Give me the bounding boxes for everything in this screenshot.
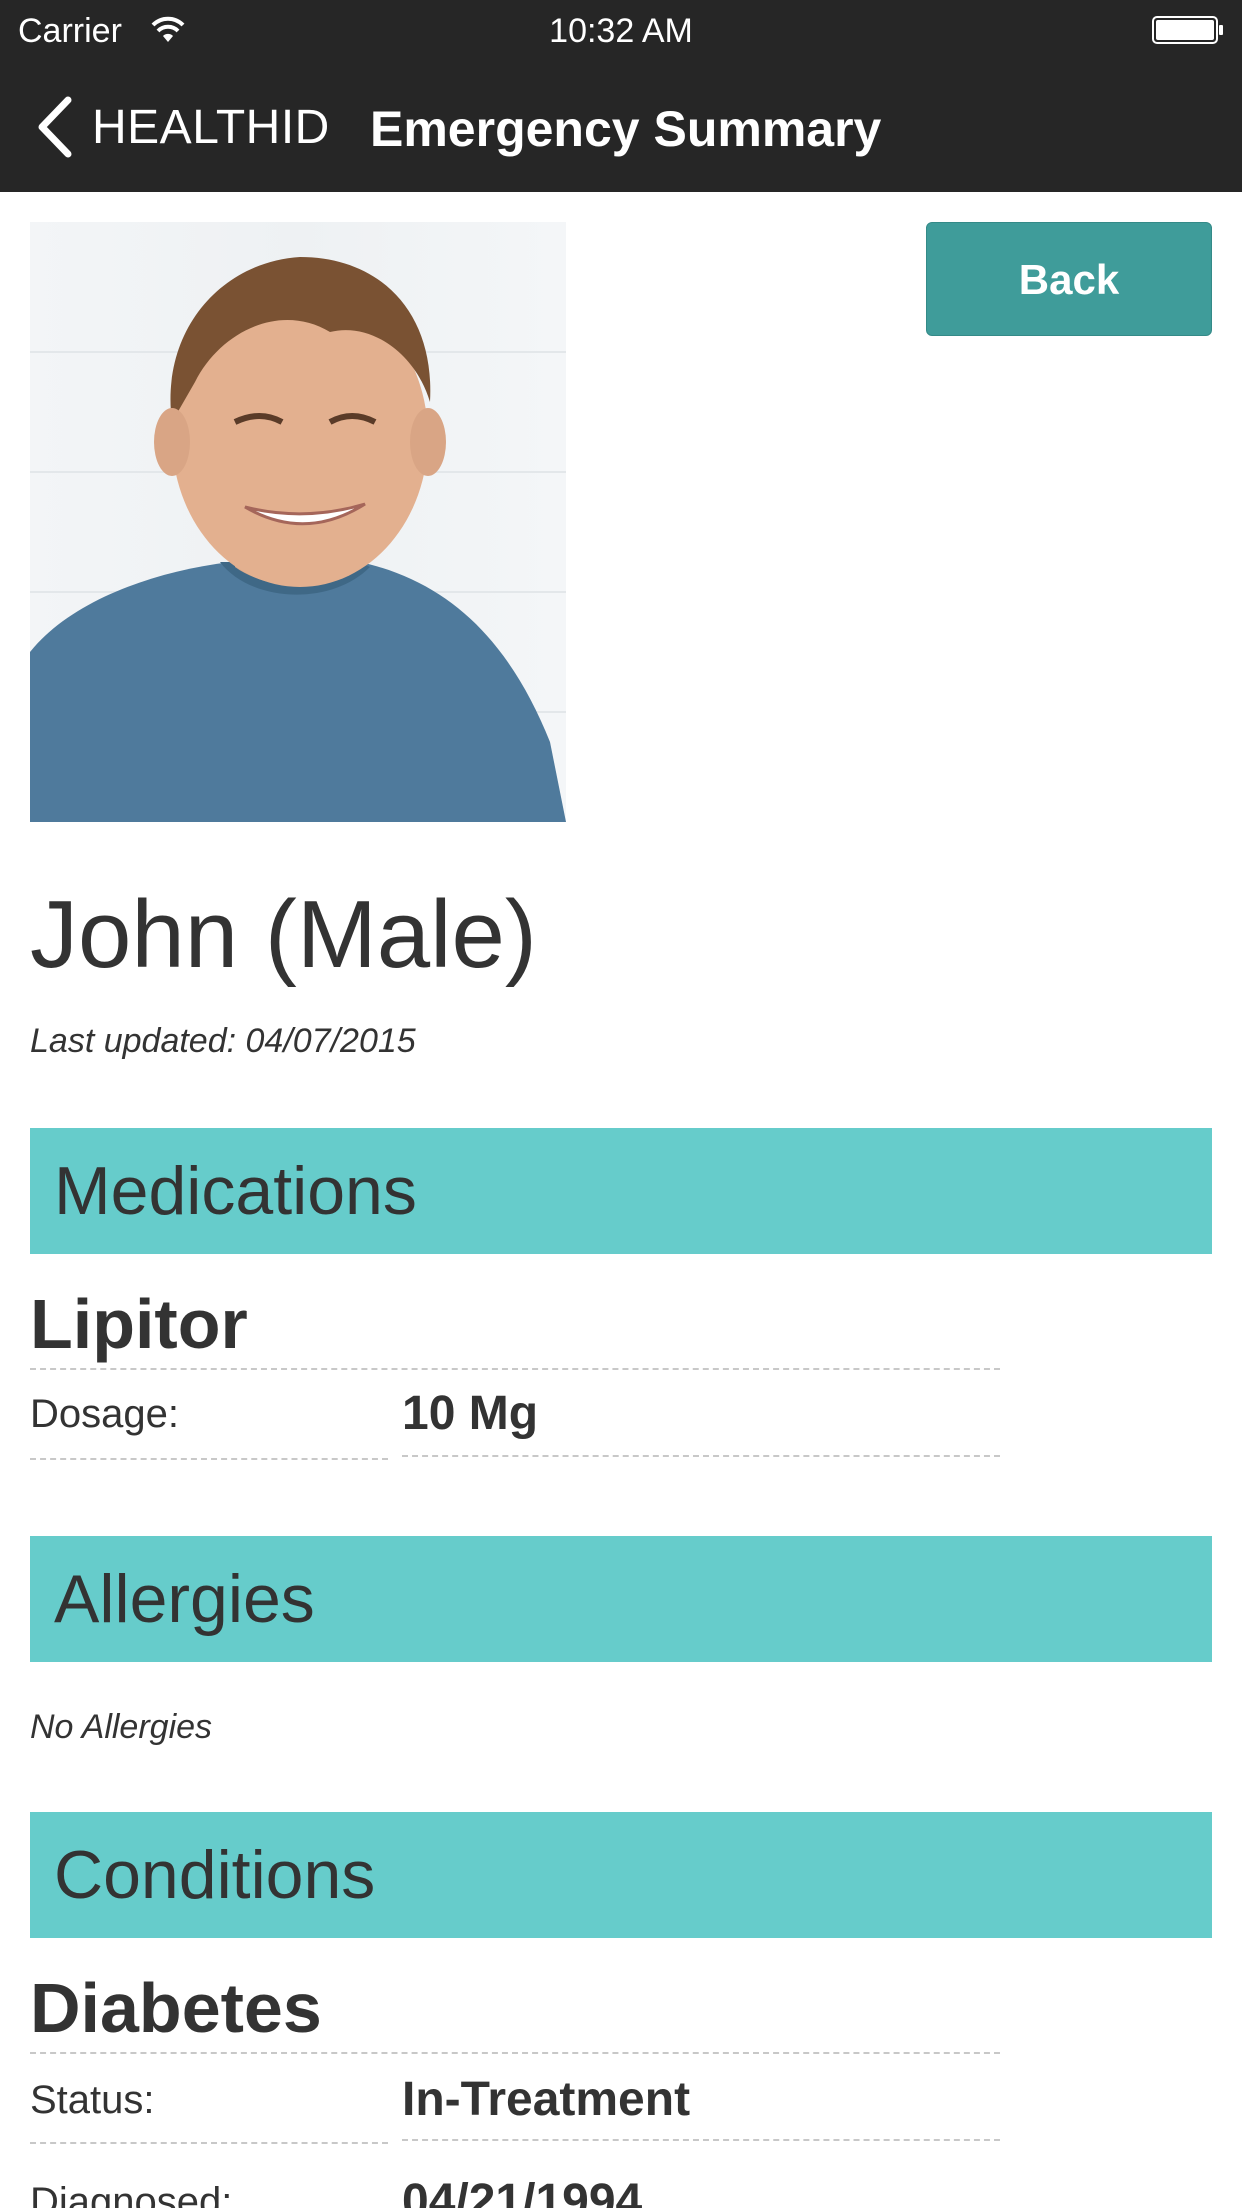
no-allergies-label: No Allergies <box>30 1708 213 1746</box>
last-updated-label: Last updated: 04/07/2015 <box>30 1022 416 1060</box>
dosage-value: 10 Mg <box>402 1387 539 1440</box>
divider <box>402 2139 1000 2141</box>
allergies-section-header: Allergies <box>30 1536 1212 1662</box>
page-title: Emergency Summary <box>370 101 882 157</box>
clock: 10:32 AM <box>549 12 693 50</box>
status-bar: Carrier 10:32 AM <box>0 0 1242 62</box>
profile-photo <box>30 222 566 822</box>
navigation-bar: HEALTHID Emergency Summary <box>0 62 1242 192</box>
medications-section-header: Medications <box>30 1128 1212 1254</box>
battery-icon <box>1152 16 1223 44</box>
condition-name: Diabetes <box>30 1969 322 2047</box>
status-label: Status: <box>30 2078 155 2122</box>
status-value: In-Treatment <box>402 2073 691 2126</box>
nav-back-button[interactable]: HEALTHID <box>34 96 330 158</box>
conditions-section-header: Conditions <box>30 1812 1212 1938</box>
medication-name: Lipitor <box>30 1285 248 1363</box>
patient-name: John (Male) <box>30 881 537 988</box>
divider <box>30 1368 1000 1370</box>
dosage-label: Dosage: <box>30 1392 179 1436</box>
diagnosed-value: 04/21/1994 <box>402 2175 643 2208</box>
divider <box>402 1455 1000 1457</box>
person-avatar-image <box>30 257 566 822</box>
divider <box>30 2052 1000 2054</box>
diagnosed-label: Diagnosed: <box>30 2180 233 2208</box>
divider <box>30 1458 388 1460</box>
nav-back-label: HEALTHID <box>92 100 330 154</box>
back-button[interactable]: Back <box>926 222 1212 336</box>
divider <box>30 2142 388 2144</box>
chevron-left-icon <box>38 96 72 158</box>
